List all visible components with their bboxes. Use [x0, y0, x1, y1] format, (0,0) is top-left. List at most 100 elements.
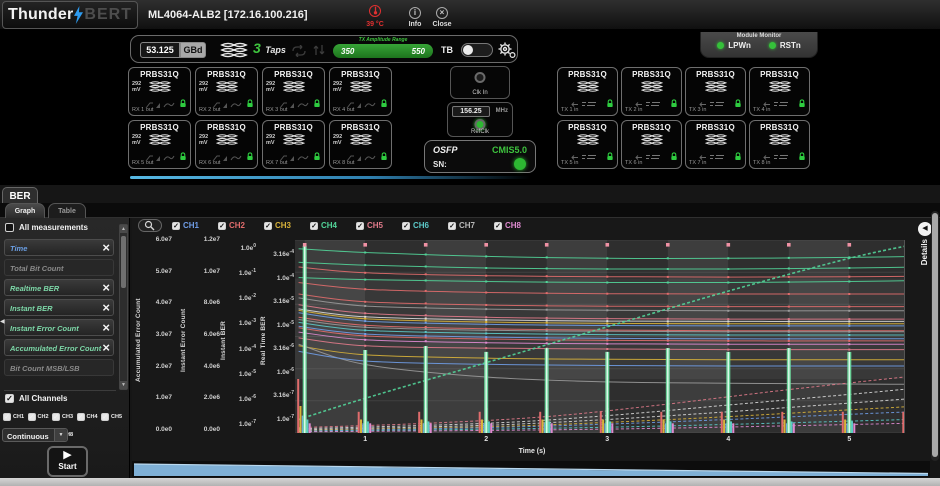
tx-card-tx-2-in[interactable]: PRBS31QTX 2 in — [621, 67, 682, 116]
legend-checkbox[interactable]: ✓ — [402, 222, 410, 230]
sidebar-channel-ch2[interactable]: ✓CH2 — [28, 413, 53, 421]
remove-measurement-icon[interactable]: × — [102, 280, 110, 296]
scroll-down-icon[interactable]: ▼ — [120, 381, 127, 389]
legend-channel-ch7[interactable]: ✓CH7 — [448, 221, 475, 230]
refclk-card[interactable]: 156.25 MHz RefClk — [447, 102, 513, 137]
swap-icon[interactable] — [313, 43, 325, 62]
channel-checkbox[interactable]: ✓ — [52, 413, 60, 421]
all-channels-row[interactable]: ✓ All Channels — [5, 394, 67, 403]
rx-card-rx-8-out[interactable]: PRBS31Q292mVRX 8 out — [329, 120, 392, 169]
legend-checkbox[interactable]: ✓ — [310, 222, 318, 230]
baud-rate-field[interactable]: 53.125 — [140, 42, 180, 58]
remove-measurement-icon[interactable]: × — [102, 320, 110, 336]
legend-channel-ch6[interactable]: ✓CH6 — [402, 221, 429, 230]
legend-checkbox[interactable]: ✓ — [448, 222, 456, 230]
baud-unit-label[interactable]: GBd — [180, 42, 206, 58]
all-channels-checkbox[interactable]: ✓ — [5, 394, 14, 403]
ber-chart-panel: ✓CH1✓CH2✓CH3✓CH4✓CH5✓CH6✓CH7✓CH8 Accumul… — [132, 218, 930, 462]
legend-checkbox[interactable]: ✓ — [356, 222, 364, 230]
taps-control[interactable]: 3 Taps — [253, 40, 286, 58]
refclk-value-field[interactable]: 156.25 — [452, 106, 490, 117]
lock-icon — [734, 95, 742, 113]
legend-channel-ch3[interactable]: ✓CH3 — [264, 221, 291, 230]
tx-card-tx-5-in[interactable]: PRBS31QTX 5 in — [557, 120, 618, 169]
legend-channel-ch2[interactable]: ✓CH2 — [218, 221, 245, 230]
rx-card-rx-6-out[interactable]: PRBS31Q292mVRX 6 out — [195, 120, 258, 169]
scroll-up-icon[interactable]: ▲ — [120, 225, 127, 233]
port-label: RX 7 out — [266, 160, 287, 166]
legend-channel-ch1[interactable]: ✓CH1 — [172, 221, 199, 230]
clk-in-card[interactable]: Clk In — [450, 66, 510, 99]
rx-card-rx-5-out[interactable]: PRBS31Q292mVRX 5 out — [128, 120, 191, 169]
tx-card-tx-7-in[interactable]: PRBS31QTX 7 in — [685, 120, 746, 169]
ber-graph-plot[interactable] — [295, 240, 905, 433]
measurement-item-total-bit-count[interactable]: Total Bit Count — [4, 259, 114, 276]
legend-channel-ch8[interactable]: ✓CH8 — [494, 221, 521, 230]
tx-card-tx-6-in[interactable]: PRBS31QTX 6 in — [621, 120, 682, 169]
measurement-item-time[interactable]: Time× — [4, 239, 114, 256]
legend-checkbox[interactable]: ✓ — [172, 222, 180, 230]
all-measurements-row[interactable]: All measurements — [5, 223, 88, 232]
osfp-panel[interactable]: OSFP CMIS5.0 SN: — [424, 140, 536, 173]
sidebar-channel-ch3[interactable]: ✓CH3 — [52, 413, 77, 421]
device-toolbar: 53.125 GBd 3 Taps TX Amplitude Range 350… — [130, 35, 518, 63]
sidebar-collapse-arrow-icon[interactable]: ◀ — [0, 318, 5, 325]
channel-checkbox[interactable]: ✓ — [77, 413, 85, 421]
remove-measurement-icon[interactable]: × — [102, 240, 110, 256]
loopback-icon[interactable] — [291, 44, 307, 62]
tab-table[interactable]: Table — [48, 203, 86, 218]
rx-card-rx-7-out[interactable]: PRBS31Q292mVRX 7 out — [262, 120, 325, 169]
tx-card-tx-3-in[interactable]: PRBS31QTX 3 in — [685, 67, 746, 116]
graph-overview-strip[interactable] — [132, 461, 930, 477]
details-tab[interactable]: Details — [920, 239, 929, 265]
lock-icon — [798, 148, 806, 166]
channel-label: CH5 — [111, 414, 122, 420]
pattern-label: PRBS31Q — [263, 123, 324, 132]
measurement-item-instant-ber[interactable]: Instant BER× — [4, 299, 114, 316]
legend-checkbox[interactable]: ✓ — [494, 222, 502, 230]
chevron-down-icon[interactable]: ▼ — [54, 429, 67, 441]
channel-checkbox[interactable]: ✓ — [101, 413, 109, 421]
port-label: TX 7 in — [689, 160, 706, 166]
legend-checkbox[interactable]: ✓ — [218, 222, 226, 230]
measurement-scrollbar[interactable]: ▲ ▼ — [119, 224, 128, 390]
tab-graph[interactable]: Graph — [5, 203, 45, 218]
close-button[interactable]: × Close — [427, 2, 457, 28]
tb-toggle-switch[interactable] — [461, 43, 493, 57]
info-button[interactable]: i Info — [400, 2, 430, 28]
rx-card-rx-1-out[interactable]: PRBS31Q292mVRX 1 out — [128, 67, 191, 116]
tx-card-tx-8-in[interactable]: PRBS31QTX 8 in — [749, 120, 810, 169]
channel-checkbox[interactable]: ✓ — [3, 413, 11, 421]
measurement-item-instant-error-count[interactable]: Instant Error Count× — [4, 319, 114, 336]
tab-ber[interactable]: BER — [2, 187, 38, 204]
start-button[interactable]: ▶ Start — [47, 446, 88, 477]
tx-amplitude-box[interactable]: 350 550 — [333, 44, 433, 58]
remove-measurement-icon[interactable]: × — [102, 340, 110, 356]
legend-channel-ch4[interactable]: ✓CH4 — [310, 221, 337, 230]
scroll-thumb[interactable] — [121, 236, 126, 288]
vertical-scrollbar[interactable] — [931, 211, 939, 461]
tx-card-tx-4-in[interactable]: PRBS31QTX 4 in — [749, 67, 810, 116]
channel-checkbox[interactable]: ✓ — [28, 413, 36, 421]
measurement-item-realtime-ber[interactable]: Realtime BER× — [4, 279, 114, 296]
vertical-scroll-thumb[interactable] — [932, 213, 938, 457]
sidebar-channel-ch5[interactable]: ✓CH5 — [101, 413, 126, 421]
legend-channel-ch5[interactable]: ✓CH5 — [356, 221, 383, 230]
rx-card-rx-2-out[interactable]: PRBS31Q292mVRX 2 out — [195, 67, 258, 116]
sidebar-channel-ch4[interactable]: ✓CH4 — [77, 413, 102, 421]
sidebar-channel-ch1[interactable]: ✓CH1 — [3, 413, 28, 421]
remove-measurement-icon[interactable]: × — [102, 300, 110, 316]
rx-card-rx-3-out[interactable]: PRBS31Q292mVRX 3 out — [262, 67, 325, 116]
measurement-item-accumulated-error-count[interactable]: Accumulated Error Count× — [4, 339, 114, 356]
zoom-tool-button[interactable] — [138, 219, 162, 232]
tx-amplitude-range[interactable]: TX Amplitude Range 350 550 — [333, 37, 433, 63]
settings-gear-icon[interactable] — [497, 41, 517, 59]
rx-card-rx-4-out[interactable]: PRBS31Q292mVRX 4 out — [329, 67, 392, 116]
tx-card-tx-1-in[interactable]: PRBS31QTX 1 in — [557, 67, 618, 116]
clk-in-lamp — [475, 72, 486, 83]
details-collapse-button[interactable]: ◀ — [918, 222, 932, 236]
all-measurements-checkbox[interactable] — [5, 223, 14, 232]
measurement-item-bit-count-msb-lsb[interactable]: Bit Count MSB/LSB — [4, 359, 114, 376]
mode-dropdown[interactable]: Continuous ▼ — [2, 428, 68, 442]
legend-checkbox[interactable]: ✓ — [264, 222, 272, 230]
